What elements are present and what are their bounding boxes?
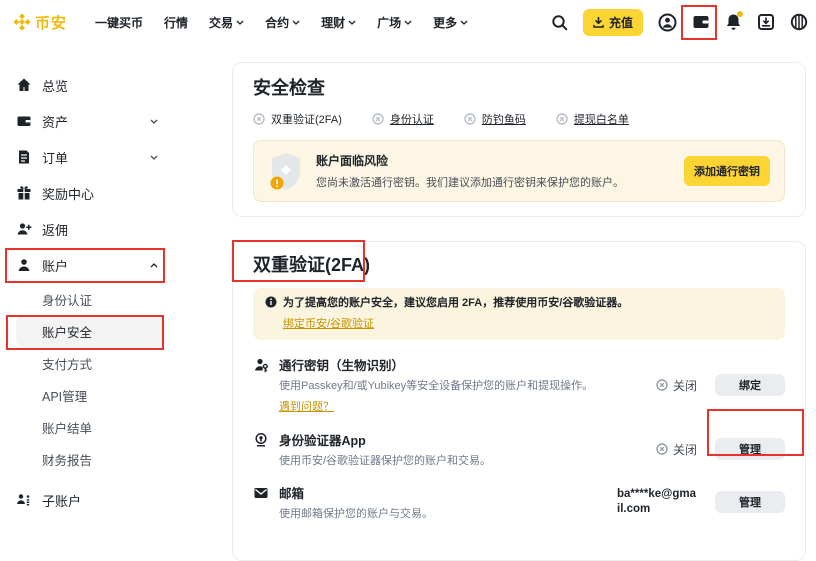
security-item-authenticator: 身份验证器App 使用币安/谷歌验证器保护您的账户和交易。 关闭 管理	[253, 430, 785, 468]
account-icon	[16, 257, 32, 273]
security-check-tabs: 双重验证(2FA) 身份认证 防钓鱼码 提现白名单	[253, 111, 785, 126]
chevron-down-icon	[236, 20, 244, 25]
wallet-icon	[16, 113, 32, 129]
twofa-card: 双重验证(2FA) 为了提高您的账户安全，建议您启用 2FA，推荐使用币安/谷歌…	[232, 241, 806, 561]
warning-title: 账户面临风险	[316, 152, 624, 169]
authenticator-status: 关闭	[617, 441, 697, 458]
binance-logo[interactable]: 币安	[14, 12, 67, 33]
menu-item-markets[interactable]: 行情	[164, 14, 188, 31]
tab-anti-phishing-code[interactable]: 防钓鱼码	[464, 111, 526, 127]
sidebar-item-orders[interactable]: 订单	[16, 139, 166, 175]
binance-logo-icon	[14, 14, 30, 30]
sidebar-item-sub-accounts[interactable]: 子账户	[16, 482, 166, 518]
warning-text-block: 账户面临风险 您尚未激活通行密钥。我们建议添加通行密钥来保护您的账户。	[316, 152, 624, 190]
tab-identity-verification[interactable]: 身份认证	[372, 111, 434, 127]
passkey-description: 使用Passkey和/或Yubikey等安全设备保护您的账户和提现操作。	[279, 380, 593, 393]
home-icon	[16, 77, 32, 93]
disabled-circle-icon	[464, 113, 476, 125]
sidebar-subitem-identity-verification[interactable]: 身份认证	[16, 283, 164, 315]
passkey-title: 通行密钥（生物识别）	[279, 355, 593, 374]
binance-logo-text: 币安	[35, 12, 67, 33]
disabled-circle-icon	[253, 113, 265, 125]
add-passkey-button[interactable]: 添加通行密钥	[684, 156, 770, 186]
wallet-icon[interactable]	[692, 13, 710, 31]
chevron-down-icon	[460, 20, 468, 25]
email-title: 邮箱	[279, 483, 433, 502]
main-menu: 一键买币 行情 交易 合约 理财 广场 更多	[95, 14, 468, 31]
menu-item-more[interactable]: 更多	[433, 14, 468, 31]
security-check-title: 安全检查	[253, 77, 785, 99]
notification-dot	[737, 11, 743, 17]
chevron-up-icon	[150, 263, 158, 268]
sidebar-item-overview[interactable]: 总览	[16, 67, 166, 103]
chevron-down-icon	[292, 20, 300, 25]
passkey-icon	[253, 357, 269, 373]
authenticator-app-icon	[253, 432, 269, 448]
twofa-title: 双重验证(2FA)	[253, 254, 785, 276]
tab-withdrawal-whitelist[interactable]: 提现白名单	[556, 111, 629, 127]
top-navbar: 币安 一键买币 行情 交易 合约 理财 广场 更多 充值	[0, 0, 816, 44]
download-app-icon[interactable]	[757, 13, 775, 31]
referral-icon	[16, 221, 32, 237]
rewards-icon	[16, 185, 32, 201]
passkey-status: 关闭	[617, 377, 697, 394]
warning-description: 您尚未激活通行密钥。我们建议添加通行密钥来保护您的账户。	[316, 174, 624, 190]
security-item-passkey: 通行密钥（生物识别） 使用Passkey和/或Yubikey等安全设备保护您的账…	[253, 355, 785, 415]
email-masked-value: ba****ke@gmail.com	[617, 487, 697, 517]
authenticator-title: 身份验证器App	[279, 430, 491, 449]
menu-item-square[interactable]: 广场	[377, 14, 412, 31]
sidebar-subitem-payment-methods[interactable]: 支付方式	[16, 347, 164, 379]
passkey-bind-button[interactable]: 绑定	[715, 374, 785, 396]
sidebar-subitem-account-statement[interactable]: 账户结单	[16, 411, 164, 443]
account-risk-warning: 账户面临风险 您尚未激活通行密钥。我们建议添加通行密钥来保护您的账户。 添加通行…	[253, 140, 785, 202]
email-manage-button[interactable]: 管理	[715, 491, 785, 513]
status-off-icon	[656, 379, 668, 391]
bind-authenticator-link[interactable]: 绑定币安/谷歌验证	[283, 315, 374, 331]
menu-item-trade[interactable]: 交易	[209, 14, 244, 31]
chevron-down-icon	[348, 20, 356, 25]
security-check-card: 安全检查 双重验证(2FA) 身份认证 防钓鱼码 提现白名单	[232, 62, 806, 217]
sidebar-item-referral[interactable]: 返佣	[16, 211, 166, 247]
authenticator-description: 使用币安/谷歌验证器保护您的账户和交易。	[279, 455, 491, 468]
sidebar-subitem-account-security[interactable]: 账户安全	[16, 315, 164, 347]
search-icon[interactable]	[551, 14, 568, 31]
twofa-notice-text: 为了提高您的账户安全，建议您启用 2FA，推荐使用币安/谷歌验证器。	[283, 296, 628, 311]
email-icon	[253, 485, 269, 501]
email-description: 使用邮箱保护您的账户与交易。	[279, 508, 433, 521]
deposit-icon	[593, 17, 604, 28]
notifications-bell-icon[interactable]	[725, 13, 742, 31]
chevron-down-icon	[150, 155, 158, 160]
menu-item-buy-crypto[interactable]: 一键买币	[95, 14, 143, 31]
sidebar-item-account[interactable]: 账户	[16, 247, 166, 283]
tab-2fa[interactable]: 双重验证(2FA)	[253, 111, 342, 127]
language-globe-icon[interactable]	[790, 13, 808, 31]
disabled-circle-icon	[556, 113, 568, 125]
sidebar-subitem-api-management[interactable]: API管理	[16, 379, 164, 411]
info-icon	[265, 296, 277, 308]
status-off-icon	[656, 443, 668, 455]
menu-item-earn[interactable]: 理财	[321, 14, 356, 31]
sidebar-subitem-financial-reports[interactable]: 财务报告	[16, 443, 164, 475]
shield-warning-icon	[268, 151, 304, 191]
sub-accounts-icon	[16, 492, 32, 508]
main-content: 安全检查 双重验证(2FA) 身份认证 防钓鱼码 提现白名单	[232, 62, 806, 561]
sidebar-item-assets[interactable]: 资产	[16, 103, 166, 139]
authenticator-manage-button[interactable]: 管理	[715, 438, 785, 460]
menu-item-futures[interactable]: 合约	[265, 14, 300, 31]
chevron-down-icon	[404, 20, 412, 25]
disabled-circle-icon	[372, 113, 384, 125]
chevron-down-icon	[150, 119, 158, 124]
sidebar: 总览 资产 订单 奖励中心 返佣 账户 身份认证 账户安全 支付方式 API管理…	[0, 67, 228, 518]
deposit-button[interactable]: 充值	[583, 9, 643, 36]
orders-icon	[16, 149, 32, 165]
twofa-notice: 为了提高您的账户安全，建议您启用 2FA，推荐使用币安/谷歌验证器。 绑定币安/…	[253, 288, 785, 340]
security-item-email: 邮箱 使用邮箱保护您的账户与交易。 ba****ke@gmail.com 管理	[253, 483, 785, 521]
passkey-help-link[interactable]: 遇到问题？	[279, 398, 334, 414]
navbar-actions: 充值	[551, 9, 808, 36]
profile-icon[interactable]	[658, 13, 677, 32]
sidebar-item-rewards-hub[interactable]: 奖励中心	[16, 175, 166, 211]
